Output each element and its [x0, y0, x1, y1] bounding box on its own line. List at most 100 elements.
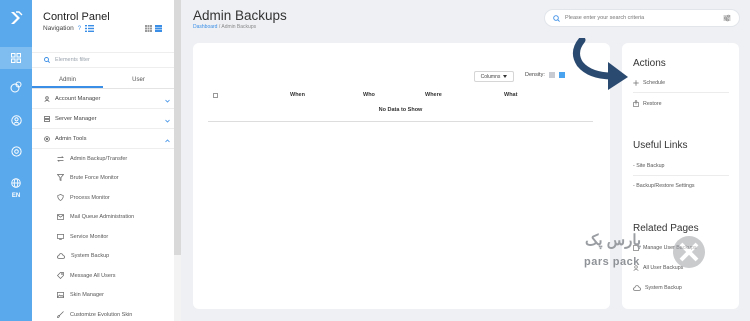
- sidebar-item-brute-force[interactable]: Brute Force Monitor: [32, 168, 174, 187]
- density-control: Density:: [525, 72, 565, 78]
- sidebar-scrollbar[interactable]: [174, 0, 181, 255]
- admin-tools-icon: [44, 136, 50, 142]
- image-icon: [57, 291, 64, 298]
- brush-icon: [57, 311, 64, 318]
- divider: [633, 92, 729, 93]
- sidebar-item-label: Brute Force Monitor: [70, 174, 119, 181]
- navigation-label-row: Navigation ?: [43, 25, 95, 32]
- shield-icon: [57, 194, 64, 201]
- useful-link-backup-settings[interactable]: - Backup/Restore Settings: [633, 183, 729, 189]
- breadcrumb-dashboard-link[interactable]: Dashboard: [193, 24, 217, 30]
- sidebar-item-customize-skin[interactable]: Customize Evolution Skin: [32, 305, 174, 321]
- navigation-label: Navigation: [43, 25, 74, 32]
- menu-label: Admin Tools: [55, 136, 87, 142]
- sidebar-item-label: Customize Evolution Skin: [70, 311, 133, 318]
- sidebar-item-system-backup[interactable]: System Backup: [32, 246, 174, 265]
- menu-label: Server Manager: [55, 116, 97, 122]
- search-settings-icon[interactable]: [723, 14, 731, 22]
- sidebar-item-admin-backup[interactable]: Admin Backup/Transfer: [32, 149, 174, 168]
- divider: [633, 175, 729, 176]
- density-normal-icon[interactable]: [558, 72, 565, 78]
- filter-placeholder: Elements filter: [55, 57, 90, 63]
- help-icon[interactable]: ?: [78, 26, 81, 32]
- grid-view-icon[interactable]: [145, 25, 152, 32]
- list-view-icon[interactable]: [155, 25, 162, 32]
- caret-down-icon: [503, 75, 508, 78]
- useful-link-site-backup[interactable]: - Site Backup: [633, 163, 729, 169]
- elements-filter[interactable]: Elements filter: [32, 52, 174, 68]
- search-icon: [44, 57, 50, 63]
- backups-table-panel: Columns Density: When Who Where What No …: [193, 43, 610, 309]
- restore-icon: [633, 100, 639, 107]
- tab-admin[interactable]: Admin: [32, 72, 103, 88]
- sidebar-tabs: Admin User: [32, 72, 174, 89]
- monitor-icon: [57, 233, 64, 240]
- chevron-down-icon: [160, 90, 174, 108]
- account-manager-icon: [44, 96, 50, 102]
- breadcrumb: Dashboard / Admin Backups: [193, 24, 256, 30]
- columns-button[interactable]: Columns: [474, 71, 514, 82]
- tag-icon: [57, 272, 64, 279]
- tab-user[interactable]: User: [103, 72, 174, 88]
- density-compact-icon[interactable]: [548, 72, 555, 78]
- accounts-icon[interactable]: [0, 76, 32, 98]
- globe-icon[interactable]: [0, 172, 32, 194]
- menu-account-manager[interactable]: Account Manager: [32, 90, 174, 109]
- cloud-icon: [633, 285, 641, 291]
- columns-label: Columns: [480, 73, 501, 80]
- mail-icon: [57, 213, 64, 220]
- plus-icon: [633, 80, 639, 86]
- transfer-icon: [57, 155, 64, 162]
- menu-label: Account Manager: [55, 96, 101, 102]
- sidebar-item-message-all-users[interactable]: Message All Users: [32, 266, 174, 285]
- page-title: Admin Backups: [193, 8, 287, 23]
- server-manager-icon: [44, 116, 50, 122]
- table-header: When Who Where What: [208, 89, 593, 101]
- density-label: Density:: [525, 72, 545, 78]
- restore-label: Restore: [643, 100, 662, 107]
- icon-rail: EN: [0, 0, 32, 321]
- view-toggle: [145, 25, 162, 32]
- menu-admin-tools[interactable]: Admin Tools: [32, 130, 174, 149]
- sidebar-scrollbar-track: [174, 255, 181, 321]
- search-bar: [544, 9, 740, 27]
- sidebar-item-label: Message All Users: [70, 272, 116, 279]
- chevron-up-icon: [160, 130, 174, 148]
- sidebar-item-label: Process Monitor: [70, 194, 110, 201]
- schedule-action[interactable]: Schedule: [633, 80, 729, 86]
- sidebar-item-mail-queue[interactable]: Mail Queue Administration: [32, 207, 174, 226]
- select-all-checkbox[interactable]: [213, 93, 218, 98]
- sidebar-item-label: Mail Queue Administration: [70, 213, 135, 220]
- language-label[interactable]: EN: [0, 193, 32, 199]
- filter-icon: [57, 174, 64, 181]
- sidebar-item-skin-manager[interactable]: Skin Manager: [32, 285, 174, 304]
- sidebar-item-label: Admin Backup/Transfer: [70, 155, 128, 162]
- column-what[interactable]: What: [504, 92, 517, 98]
- watermark-text: pars pack: [584, 256, 640, 268]
- column-who[interactable]: Who: [363, 92, 375, 98]
- settings-icon[interactable]: [0, 140, 32, 162]
- sidebar-title: Control Panel: [43, 11, 110, 23]
- related-system-backup[interactable]: System Backup: [633, 285, 729, 291]
- related-label: System Backup: [645, 285, 682, 291]
- menu-server-manager[interactable]: Server Manager: [32, 110, 174, 129]
- useful-links-heading: Useful Links: [633, 140, 688, 151]
- sidebar-item-process-monitor[interactable]: Process Monitor: [32, 188, 174, 207]
- sidebar-item-label: Skin Manager: [70, 291, 104, 298]
- sidebar-item-service-monitor[interactable]: Service Monitor: [32, 227, 174, 246]
- sidebar: Control Panel Navigation ? Elements filt…: [32, 0, 174, 321]
- chevron-down-icon: [160, 110, 174, 128]
- column-when[interactable]: When: [290, 92, 305, 98]
- grid-icon[interactable]: [0, 47, 32, 69]
- logo-icon[interactable]: [0, 0, 32, 36]
- sidebar-item-label: System Backup: [71, 252, 110, 259]
- restore-action[interactable]: Restore: [633, 100, 729, 107]
- list-toggle-icon[interactable]: [85, 25, 95, 32]
- user-circle-icon[interactable]: [0, 109, 32, 131]
- table-divider: [208, 121, 593, 122]
- search-input[interactable]: [565, 15, 718, 21]
- annotation-arrow-icon: [573, 38, 628, 90]
- cloud-icon: [57, 252, 65, 259]
- empty-message: No Data to Show: [378, 107, 423, 113]
- column-where[interactable]: Where: [425, 92, 442, 98]
